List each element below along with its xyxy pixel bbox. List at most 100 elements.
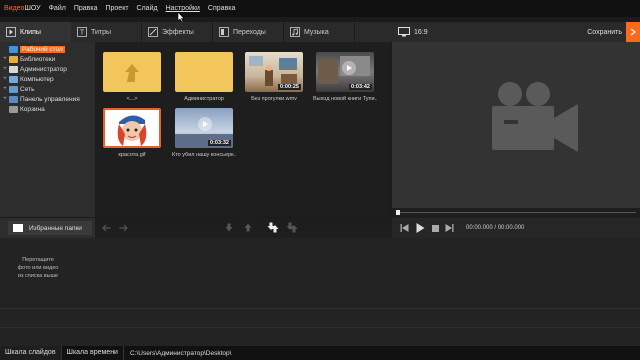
tab-label: Клипы [20,28,41,36]
tree-expander[interactable]: + [2,56,8,62]
menu-file[interactable]: Файл [45,0,70,17]
tab-slide-timeline[interactable]: Шкала слайдов [0,346,62,360]
add-all-icon[interactable] [286,222,298,233]
file-item-video[interactable]: 0:03:42 Выход новой книги Тупи... [313,52,377,102]
duration-badge: 0:00:25 [278,84,301,90]
file-name: Без прогулки.wmv [251,96,297,102]
tree-item-label: Панель управления [20,95,80,103]
file-name: <...> [126,96,138,102]
save-button[interactable]: Сохранить [587,29,622,36]
tree-expander[interactable]: + [2,76,8,82]
file-name: Администратор [184,96,224,102]
tab-clips[interactable]: Клипы [0,22,80,42]
tree-expander[interactable]: + [2,96,8,102]
favorites-button[interactable]: Избранные папки [8,221,92,235]
user-icon [9,65,18,73]
tree-item-network[interactable]: + Сеть [0,84,95,94]
move-up-icon[interactable] [244,223,252,232]
file-name: Выход новой книги Тупи... [313,96,377,102]
back-arrow-icon[interactable] [102,224,111,232]
skip-forward-icon[interactable] [445,224,454,232]
file-item-video[interactable]: 0:00:25 Без прогулки.wmv [242,52,306,102]
file-item-image[interactable]: красота.gif [100,108,164,158]
image-thumbnail [103,108,161,148]
network-icon [9,85,18,93]
tree-expander[interactable]: + [2,66,8,72]
tree-item-label: Рабочий стол [20,45,65,53]
tabs-filler [355,22,390,42]
tree-item-admin[interactable]: + Администратор [0,64,95,74]
menu-slide[interactable]: Слайд [133,0,162,17]
action-bar [95,218,392,238]
stop-icon[interactable] [432,224,439,232]
duration-badge: 0:03:42 [349,84,372,90]
drop-hint-line: Перетащите [22,257,54,263]
folder-tree: Рабочий стол + Библиотеки + Администрато… [0,42,95,217]
tab-label: Переходы [233,28,266,36]
media-tabs: Клипы T Титры Эффекты Переходы Музыка [0,22,390,42]
playback-controls: 00:00.000 / 00:00.000 [392,218,640,238]
tree-expander[interactable]: + [2,86,8,92]
add-to-project-icon[interactable] [267,222,279,233]
skip-back-icon[interactable] [400,224,409,232]
menu-edit[interactable]: Правка [70,0,102,17]
time-display: 00:00.000 / 00:00.000 [466,225,525,231]
menu-project[interactable]: Проект [101,0,132,17]
menu-help[interactable]: Справка [204,0,239,17]
current-path: C:\Users\Администратор\Desktop\ [129,349,232,357]
tree-item-label: Компьютер [20,75,54,83]
tab-transitions[interactable]: Переходы [213,22,284,42]
empty-slot[interactable]: Перетащите фото или видео из списка выше [0,238,76,292]
duration-badge: 0:03:32 [208,140,231,146]
drop-hint-line: из списка выше [17,273,59,279]
play-icon[interactable] [416,223,425,233]
tab-effects[interactable]: Эффекты [142,22,213,42]
file-name: красота.gif [118,152,146,158]
recycle-bin-icon [9,105,18,113]
up-folder-icon [103,52,161,92]
tab-label: Музыка [304,28,329,36]
video-thumbnail: 0:00:25 [245,52,303,92]
track-divider [0,308,640,309]
monitor-icon [398,27,410,37]
aspect-ratio[interactable]: 16:9 [414,29,428,36]
status-bar: Шкала слайдов Шкала времени C:\Users\Адм… [0,346,640,360]
tree-item-libraries[interactable]: + Библиотеки [0,54,95,64]
tree-item-label: Администратор [20,65,67,73]
transition-icon [219,27,229,37]
tab-music[interactable]: Музыка [284,22,355,42]
control-panel-icon [9,95,18,103]
file-item-folder[interactable]: Администратор [172,52,236,102]
scrub-handle[interactable] [396,210,400,215]
music-icon [290,27,300,37]
tab-titles[interactable]: T Титры [71,22,142,42]
drop-hint-line: фото или видео [17,265,59,271]
libraries-icon [9,55,18,63]
video-thumbnail: 0:03:42 [316,52,374,92]
scrub-bar[interactable] [392,208,640,218]
wand-icon [148,27,158,37]
slide-timeline[interactable]: Перетащите фото или видео из списка выше [0,238,640,346]
tree-item-recycle-bin[interactable]: Корзина [0,104,95,114]
file-item-video[interactable]: 0:03:32 Кто убил нашу консьерк... [172,108,236,158]
save-button-accent[interactable] [626,22,640,42]
tree-item-desktop[interactable]: Рабочий стол [0,44,95,54]
tab-time-timeline[interactable]: Шкала времени [62,346,124,360]
file-name: Кто убил нашу консьерк... [172,152,236,158]
track-divider [0,327,640,328]
computer-icon [9,75,18,83]
file-item-up[interactable]: <...> [100,52,164,102]
favorites-label: Избранные папки [29,224,82,232]
forward-arrow-icon[interactable] [119,224,128,232]
move-down-icon[interactable] [225,223,233,232]
folder-icon [175,52,233,92]
favorites-icon [13,224,23,232]
file-browser: <...> Администратор 0:00:25 Без прогулки… [95,42,390,217]
video-preview[interactable] [392,42,640,208]
chevron-right-icon [630,28,636,36]
app-logo: Видео ШОУ [0,0,45,17]
tree-item-computer[interactable]: + Компьютер [0,74,95,84]
logo-part-1: Видео [4,5,25,12]
logo-part-2: ШОУ [24,5,41,12]
tree-item-control-panel[interactable]: + Панель управления [0,94,95,104]
